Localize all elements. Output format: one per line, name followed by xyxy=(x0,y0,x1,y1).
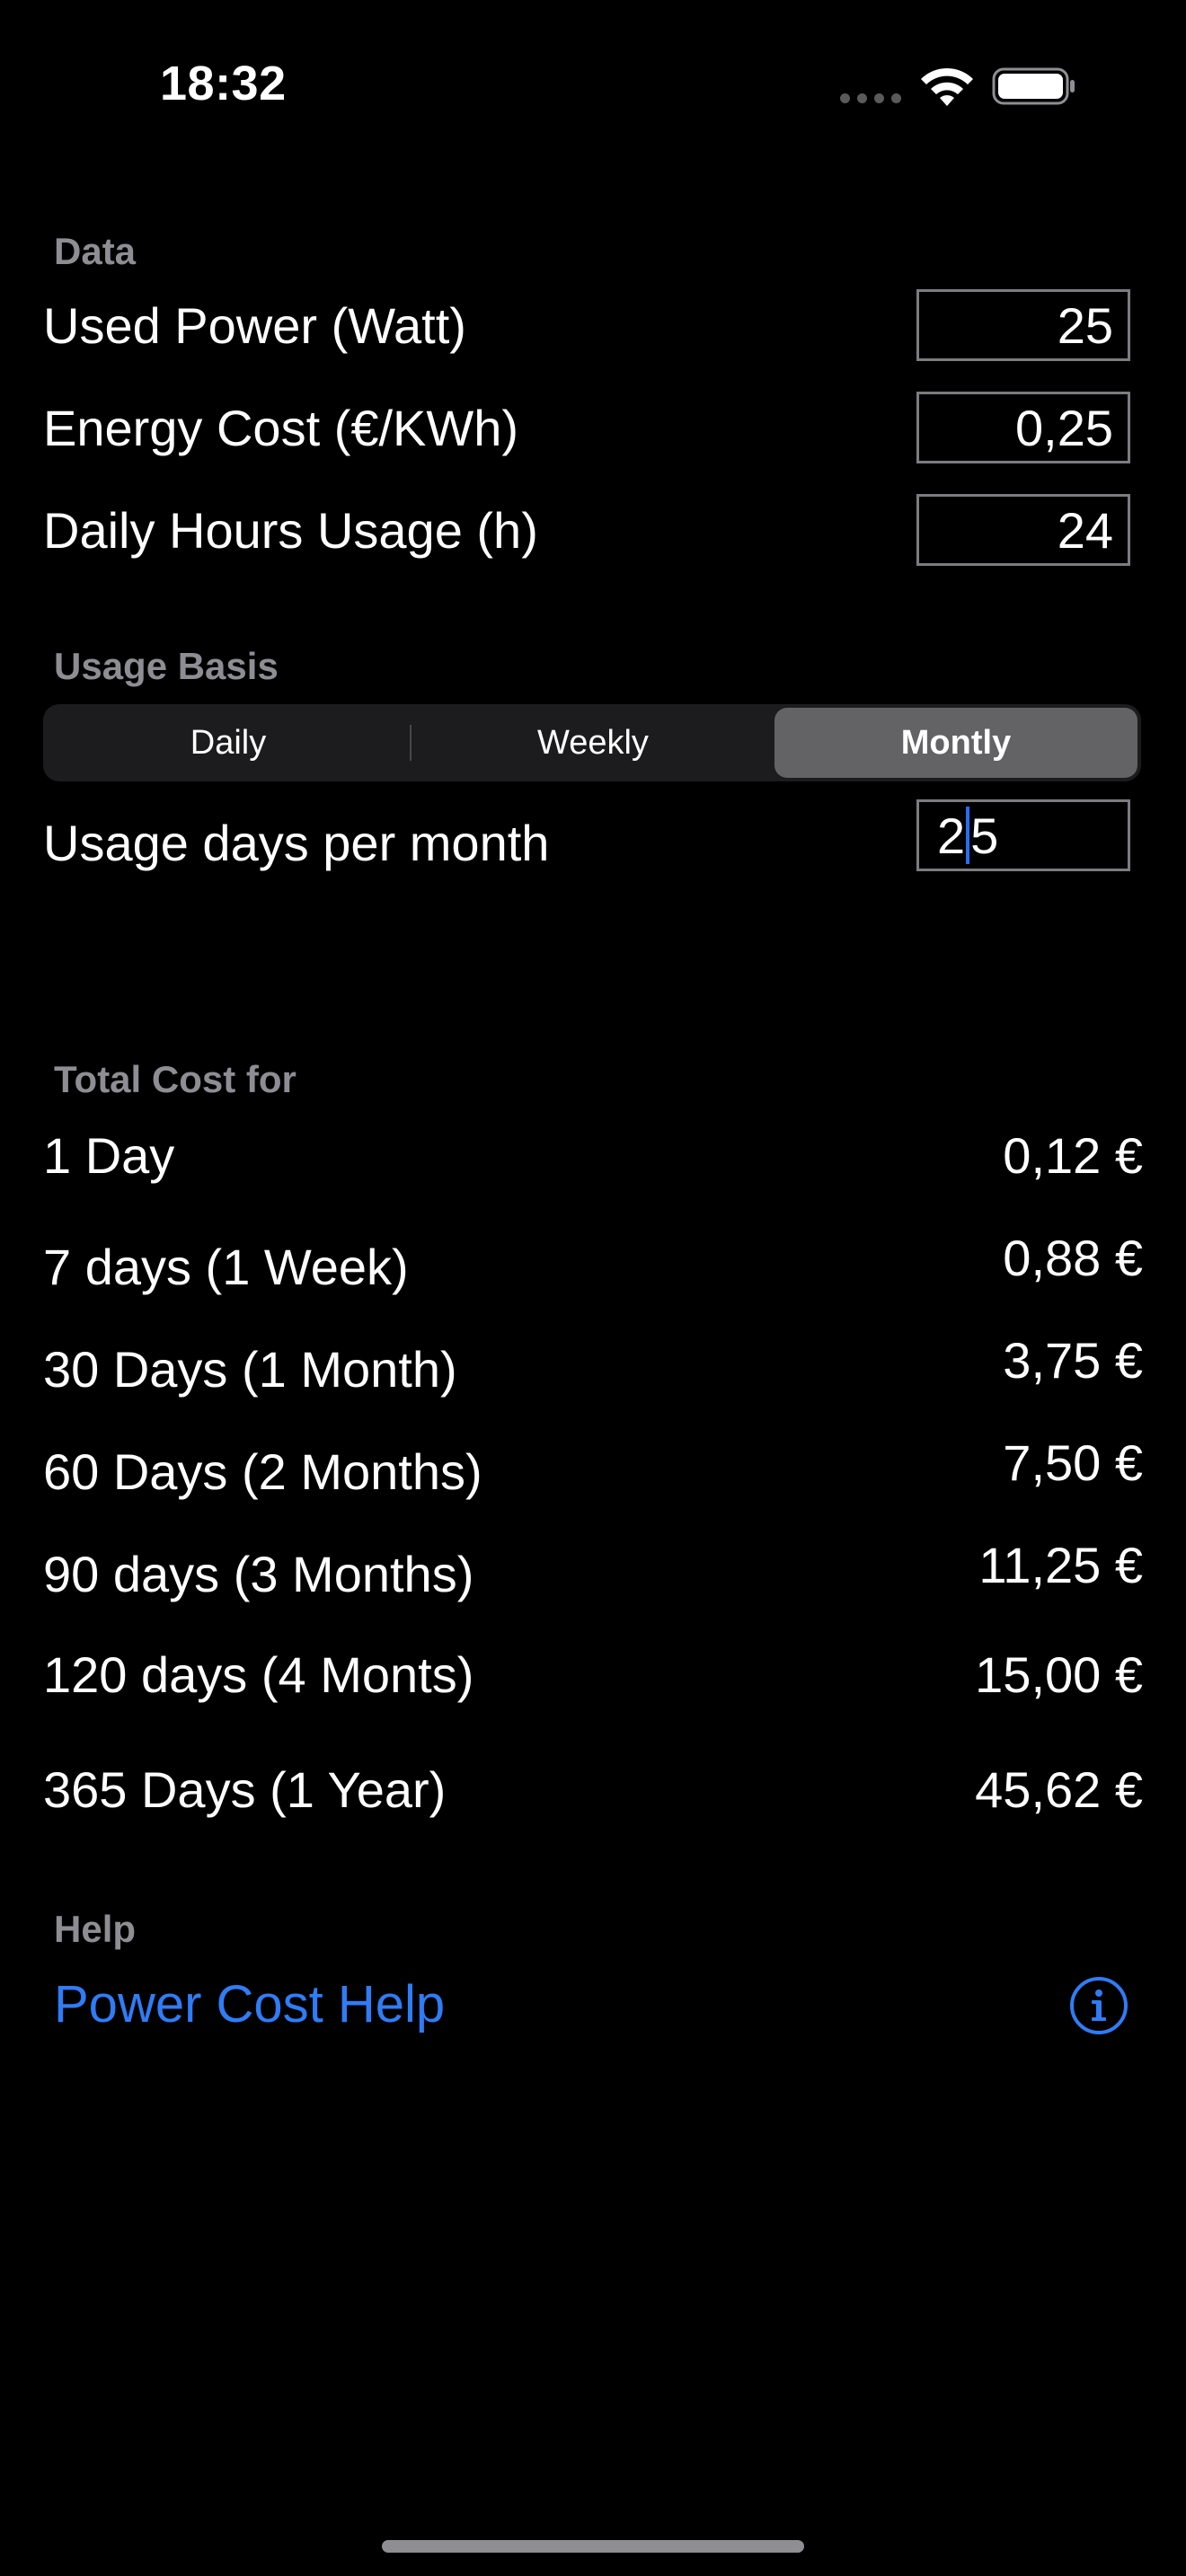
daily-hours-input[interactable]: 24 xyxy=(916,494,1130,566)
daily-hours-label: Daily Hours Usage (h) xyxy=(43,502,538,559)
cost-row-value: 7,50 € xyxy=(1003,1434,1143,1491)
usage-days-value-end: 5 xyxy=(970,807,999,864)
cost-row-label: 30 Days (1 Month) xyxy=(43,1341,457,1398)
data-section-header: Data xyxy=(54,230,137,272)
segment-monthly[interactable]: Montly xyxy=(774,708,1137,778)
total-cost-header: Total Cost for xyxy=(54,1058,296,1100)
cellular-signal-icon xyxy=(840,93,901,104)
cost-row-value: 0,12 € xyxy=(1003,1127,1143,1184)
text-cursor xyxy=(966,807,970,864)
cost-row-label: 120 days (4 Monts) xyxy=(43,1646,474,1703)
energy-cost-label: Energy Cost (€/KWh) xyxy=(43,400,519,456)
energy-cost-input[interactable]: 0,25 xyxy=(916,392,1130,463)
wifi-icon xyxy=(921,67,973,106)
segment-daily[interactable]: Daily xyxy=(47,708,410,778)
cost-row-label: 60 Days (2 Months) xyxy=(43,1443,482,1500)
cost-row-label: 365 Days (1 Year) xyxy=(43,1761,447,1818)
used-power-input[interactable]: 25 xyxy=(916,289,1130,361)
cost-row-label: 1 Day xyxy=(43,1127,175,1184)
usage-days-input[interactable]: 25 xyxy=(916,799,1130,871)
usage-days-label: Usage days per month xyxy=(43,815,550,871)
status-time: 18:32 xyxy=(160,57,287,110)
usage-days-value-start: 2 xyxy=(937,807,966,864)
home-indicator[interactable] xyxy=(382,2540,804,2553)
cost-row-label: 7 days (1 Week) xyxy=(43,1239,409,1295)
help-header: Help xyxy=(54,1908,137,1950)
cost-row-value: 3,75 € xyxy=(1003,1332,1143,1389)
usage-basis-segmented-control: Daily Weekly Montly xyxy=(43,704,1141,781)
used-power-label: Used Power (Watt) xyxy=(43,297,466,354)
battery-icon xyxy=(992,67,1075,105)
cost-row-value: 15,00 € xyxy=(975,1646,1143,1703)
usage-basis-header: Usage Basis xyxy=(54,645,279,687)
segment-weekly[interactable]: Weekly xyxy=(412,708,774,778)
cost-row-label: 90 days (3 Months) xyxy=(43,1546,474,1602)
power-cost-help-link[interactable]: Power Cost Help xyxy=(54,1974,445,2034)
cost-row-value: 45,62 € xyxy=(975,1761,1143,1818)
info-icon[interactable] xyxy=(1069,1976,1128,2035)
cost-row-value: 0,88 € xyxy=(1003,1230,1143,1286)
cost-row-value: 11,25 € xyxy=(978,1537,1143,1593)
